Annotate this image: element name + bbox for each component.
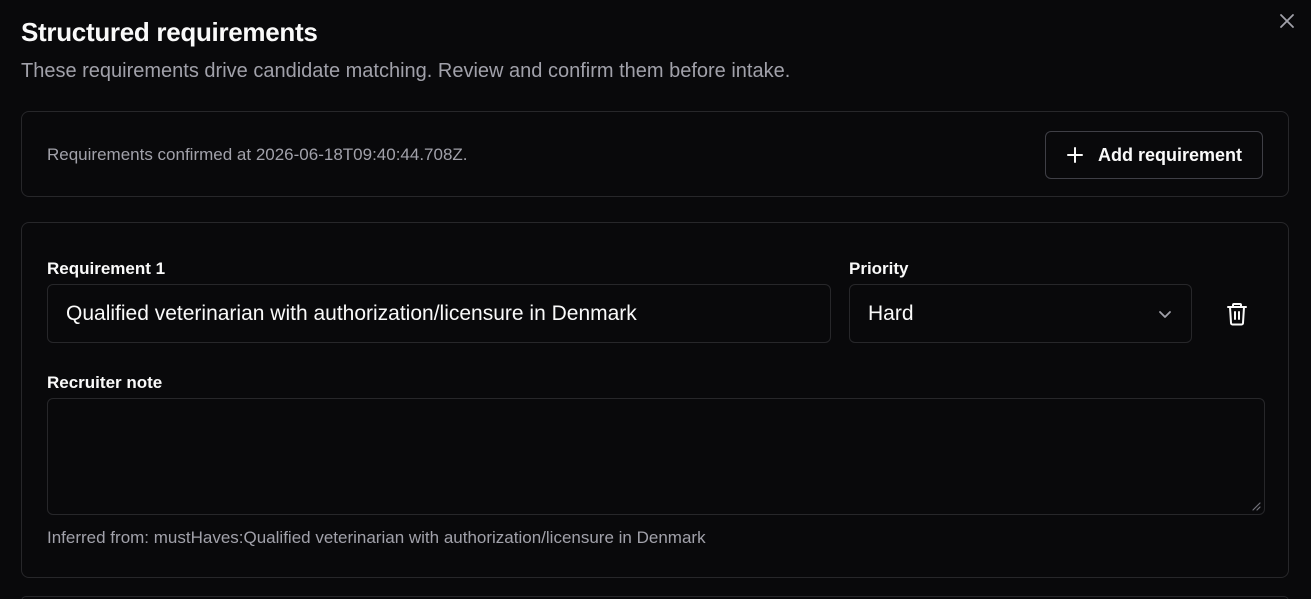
priority-selected-value: Hard — [868, 301, 914, 325]
close-icon[interactable] — [1279, 13, 1295, 29]
recruiter-note-textarea[interactable] — [47, 398, 1265, 515]
add-requirement-label: Add requirement — [1097, 144, 1243, 165]
close-button[interactable] — [1276, 10, 1298, 32]
chevron-down-icon — [1159, 310, 1171, 318]
requirement-input-value: Qualified veterinarian with authorizatio… — [66, 301, 637, 325]
requirement-label: Requirement 1 — [47, 259, 166, 278]
delete-requirement-button[interactable] — [1223, 300, 1251, 328]
confirmation-text: Requirements confirmed at 2026-06-18T09:… — [47, 145, 468, 164]
confirmation-card: Requirements confirmed at 2026-06-18T09:… — [21, 111, 1289, 197]
plus-icon — [1066, 147, 1083, 163]
requirement-input[interactable]: Qualified veterinarian with authorizatio… — [47, 284, 831, 343]
trash-icon — [1227, 303, 1247, 326]
priority-select[interactable]: Hard — [849, 284, 1192, 343]
priority-label: Priority — [849, 259, 909, 278]
structured-requirements-dialog: Structured requirements These requiremen… — [0, 0, 1311, 599]
recruiter-note-label: Recruiter note — [47, 373, 163, 392]
dialog-subtitle: These requirements drive candidate match… — [21, 60, 791, 82]
requirement-card: Requirement 1 Qualified veterinarian wit… — [21, 222, 1289, 578]
dialog-title: Structured requirements — [21, 17, 318, 47]
inferred-from-text: Inferred from: mustHaves:Qualified veter… — [47, 528, 706, 547]
add-requirement-button[interactable]: Add requirement — [1045, 131, 1263, 179]
resize-grip-icon[interactable] — [1251, 501, 1261, 511]
